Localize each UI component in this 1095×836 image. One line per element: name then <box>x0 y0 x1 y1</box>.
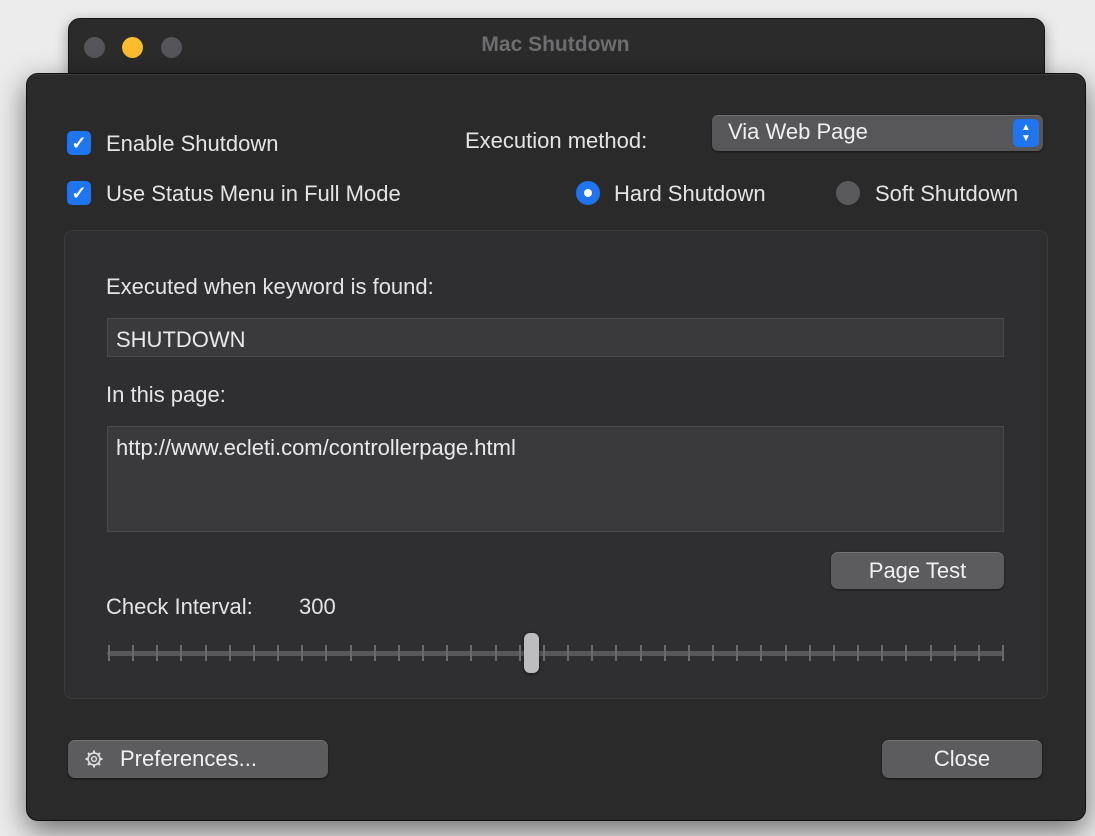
soft-shutdown-label[interactable]: Soft Shutdown <box>875 181 1018 207</box>
check-interval-label: Check Interval: <box>106 594 253 619</box>
soft-shutdown-radio[interactable] <box>836 181 860 205</box>
slider-tick <box>857 645 860 661</box>
slider-tick <box>784 645 787 661</box>
slider-tick <box>252 645 255 661</box>
slider-tick <box>277 645 280 661</box>
check-interval-value: 300 <box>299 594 336 619</box>
keyword-field[interactable]: SHUTDOWN <box>107 318 1004 357</box>
slider-tick <box>542 645 545 661</box>
status-menu-checkbox[interactable]: ✓ <box>67 181 91 205</box>
slider-tick <box>132 645 135 661</box>
slider-tick <box>736 645 739 661</box>
slider-tick <box>180 645 183 661</box>
preferences-button[interactable]: Preferences... <box>68 740 328 778</box>
slider-tick <box>422 645 425 661</box>
slider-tick <box>204 645 207 661</box>
slider-tick <box>881 645 884 661</box>
chevron-up-down-icon: ▲ ▼ <box>1013 119 1039 147</box>
execution-method-value: Via Web Page <box>728 119 868 144</box>
slider-tick <box>808 645 811 661</box>
slider-tick <box>687 645 690 661</box>
slider-tick <box>446 645 449 661</box>
slider-knob[interactable] <box>524 633 539 673</box>
execution-method-select[interactable]: Via Web Page ▲ ▼ <box>712 115 1043 151</box>
slider-tick <box>325 645 328 661</box>
slider-tick <box>228 645 231 661</box>
slider-tick <box>108 645 110 661</box>
page-test-button[interactable]: Page Test <box>831 552 1004 589</box>
window-title: Mac Shutdown <box>481 33 630 56</box>
slider-tick <box>373 645 376 661</box>
gear-icon <box>84 749 104 769</box>
slider-tick <box>832 645 835 661</box>
slider-tick <box>663 645 666 661</box>
slider-tick <box>905 645 908 661</box>
slider-tick <box>639 645 642 661</box>
slider-tick <box>977 645 980 661</box>
enable-shutdown-label[interactable]: Enable Shutdown <box>106 131 278 157</box>
close-button[interactable]: Close <box>882 740 1042 778</box>
slider-tick <box>156 645 159 661</box>
page-url-field[interactable]: http://www.ecleti.com/controllerpage.htm… <box>107 426 1004 532</box>
slider-tick <box>712 645 715 661</box>
slider-tick <box>591 645 594 661</box>
slider-tick <box>615 645 618 661</box>
slider-tick <box>1002 645 1004 661</box>
hard-shutdown-label[interactable]: Hard Shutdown <box>614 181 766 207</box>
execution-method-label: Execution method: <box>465 128 648 153</box>
status-menu-label[interactable]: Use Status Menu in Full Mode <box>106 181 401 207</box>
check-interval-slider[interactable] <box>107 651 1004 656</box>
slider-tick <box>494 645 497 661</box>
slider-tick <box>953 645 956 661</box>
slider-tick <box>929 645 932 661</box>
slider-tick <box>760 645 763 661</box>
slider-tick <box>301 645 304 661</box>
slider-tick <box>470 645 473 661</box>
keyword-label: Executed when keyword is found: <box>106 274 434 299</box>
enable-shutdown-checkbox[interactable]: ✓ <box>67 131 91 155</box>
hard-shutdown-radio[interactable] <box>576 181 600 205</box>
preferences-label: Preferences... <box>120 746 257 771</box>
slider-tick <box>518 645 521 661</box>
slider-tick <box>567 645 570 661</box>
page-label: In this page: <box>106 382 226 407</box>
slider-tick <box>349 645 352 661</box>
slider-tick <box>397 645 400 661</box>
